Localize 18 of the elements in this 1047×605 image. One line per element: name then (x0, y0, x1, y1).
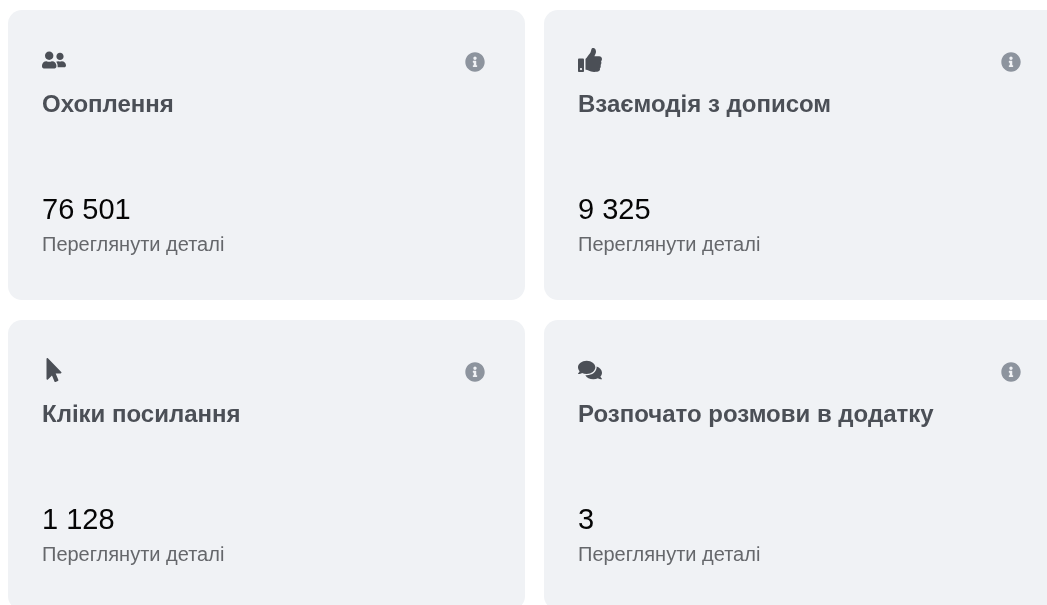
info-icon[interactable] (465, 52, 485, 72)
metric-title: Охоплення (42, 89, 175, 119)
details-link[interactable]: Переглянути деталі (42, 229, 225, 259)
metric-title: Взаємодія з дописом (578, 89, 833, 119)
metric-value: 3 (578, 502, 595, 537)
details-link[interactable]: Переглянути деталі (578, 229, 761, 259)
details-link[interactable]: Переглянути деталі (42, 539, 225, 569)
metric-value: 76 501 (42, 192, 131, 227)
chat-bubbles-icon (578, 358, 602, 382)
metric-title: Кліки посилання (42, 399, 242, 429)
info-icon[interactable] (1001, 52, 1021, 72)
details-link[interactable]: Переглянути деталі (578, 539, 761, 569)
metric-value: 1 128 (42, 502, 115, 537)
info-icon[interactable] (465, 362, 485, 382)
metric-title: Розпочато розмови в додатку (578, 399, 935, 429)
info-icon[interactable] (1001, 362, 1021, 382)
metric-value: 9 325 (578, 192, 651, 227)
thumbs-up-icon (578, 48, 602, 72)
